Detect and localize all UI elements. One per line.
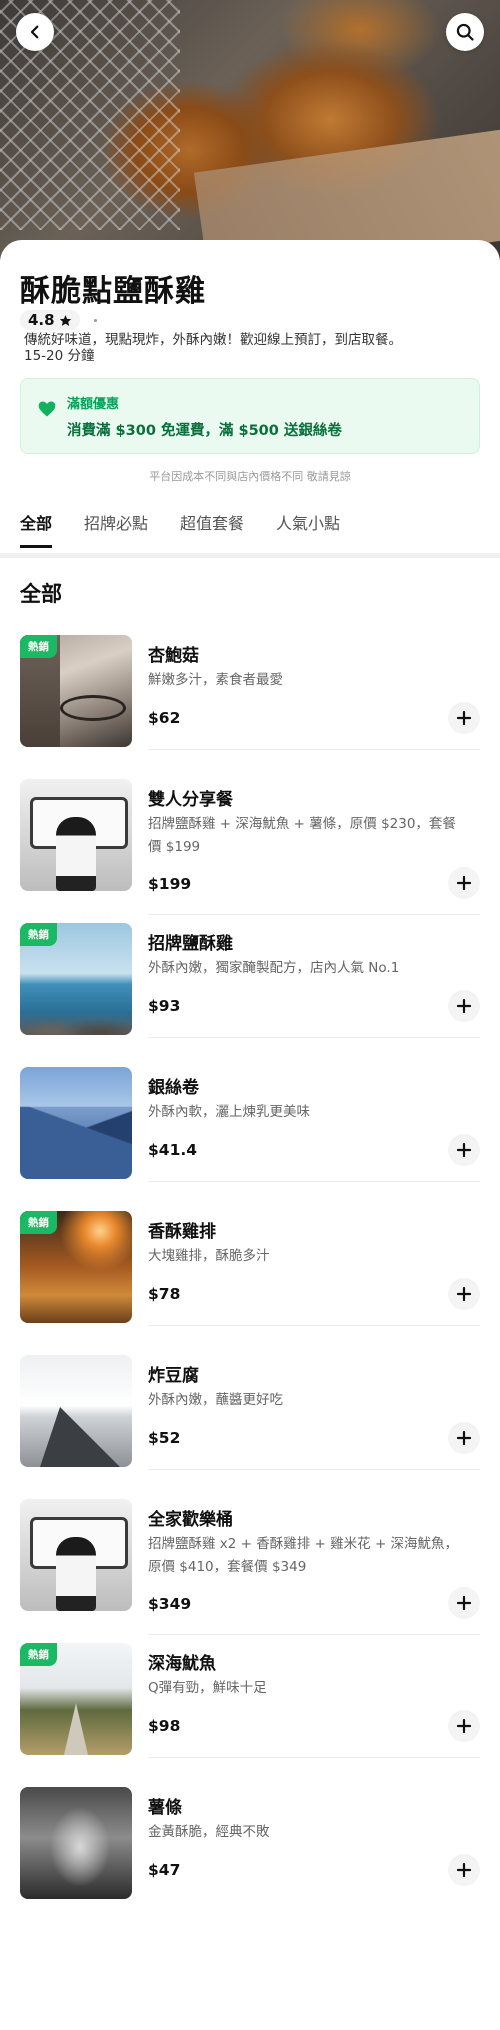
- item-name: 雙人分享餐: [148, 790, 233, 810]
- menu-item[interactable]: 雙人分享餐 招牌鹽酥雞 + 深海魷魚 + 薯條，原價 $230，套餐價 $199…: [20, 779, 480, 915]
- item-name: 深海魷魚: [148, 1654, 216, 1674]
- hero-image: [0, 0, 500, 260]
- section-title: 全部: [20, 582, 62, 606]
- item-divider: [148, 914, 480, 915]
- plus-icon: [457, 1287, 471, 1301]
- tab-signature[interactable]: 招牌必點: [84, 510, 148, 548]
- promo-text: 消費滿 $300 免運費，滿 $500 送銀絲卷: [67, 423, 342, 439]
- item-description: 鮮嫩多汁，素食者最愛: [148, 672, 283, 688]
- item-divider: [148, 1037, 480, 1038]
- delivery-eta: 15-20 分鐘: [24, 348, 95, 364]
- separator-dot: [93, 318, 97, 322]
- item-name: 招牌鹽酥雞: [148, 934, 233, 954]
- plus-icon: [457, 1719, 471, 1733]
- plus-icon: [457, 711, 471, 725]
- item-divider: [148, 1325, 480, 1326]
- menu-item[interactable]: 全家歡樂桶 招牌鹽酥雞 x2 + 香酥雞排 + 雞米花 + 深海魷魚，原價 $4…: [20, 1499, 480, 1635]
- hot-badge: 熱銷: [20, 1643, 57, 1666]
- add-button[interactable]: [448, 702, 480, 734]
- item-price: $62: [148, 709, 181, 727]
- item-name: 銀絲卷: [148, 1078, 199, 1098]
- item-price: $98: [148, 1717, 181, 1735]
- item-name: 香酥雞排: [148, 1222, 216, 1242]
- item-divider: [148, 1469, 480, 1470]
- store-title: 酥脆點鹽酥雞: [20, 274, 206, 309]
- rating-row: 4.8: [20, 310, 97, 330]
- item-price: $199: [148, 875, 192, 893]
- add-button[interactable]: [448, 1587, 480, 1619]
- item-price: $41.4: [148, 1141, 198, 1159]
- item-name: 全家歡樂桶: [148, 1510, 233, 1530]
- plus-icon: [457, 1863, 471, 1877]
- item-description: 外酥內嫩，獨家醃製配方，店內人氣 No.1: [148, 960, 400, 976]
- heart-icon: [38, 401, 56, 417]
- item-price: $52: [148, 1429, 181, 1447]
- promo-banner: 滿額優惠 消費滿 $300 免運費，滿 $500 送銀絲卷: [20, 378, 480, 454]
- tabs-divider: [0, 553, 500, 558]
- tab-snacks[interactable]: 人氣小點: [276, 510, 340, 548]
- price-disclaimer: 平台因成本不同與店內價格不同 敬請見諒: [149, 470, 351, 483]
- add-button[interactable]: [448, 867, 480, 899]
- item-description: Q彈有勁，鮮味十足: [148, 1680, 267, 1696]
- item-description: 招牌鹽酥雞 x2 + 香酥雞排 + 雞米花 + 深海魷魚，原價 $410，套餐價…: [148, 1536, 459, 1575]
- item-divider: [148, 1757, 480, 1758]
- hot-badge: 熱銷: [20, 923, 57, 946]
- plus-icon: [457, 999, 471, 1013]
- item-name: 杏鮑菇: [148, 646, 199, 666]
- tab-combo[interactable]: 超值套餐: [180, 510, 244, 548]
- search-icon: [456, 23, 474, 41]
- add-button[interactable]: [448, 990, 480, 1022]
- hot-badge: 熱銷: [20, 1211, 57, 1234]
- add-button[interactable]: [448, 1134, 480, 1166]
- menu-item[interactable]: 熱銷 招牌鹽酥雞 外酥內嫩，獨家醃製配方，店內人氣 No.1 $93: [20, 923, 480, 1038]
- menu-item[interactable]: 炸豆腐 外酥內嫩，蘸醬更好吃 $52: [20, 1355, 480, 1470]
- item-description: 招牌鹽酥雞 + 深海魷魚 + 薯條，原價 $230，套餐價 $199: [148, 816, 456, 855]
- menu-item[interactable]: 銀絲卷 外酥內軟，灑上煉乳更美味 $41.4: [20, 1067, 480, 1182]
- menu-item[interactable]: 熱銷 深海魷魚 Q彈有勁，鮮味十足 $98: [20, 1643, 480, 1758]
- item-price: $93: [148, 997, 181, 1015]
- item-divider: [148, 1634, 480, 1635]
- item-price: $78: [148, 1285, 181, 1303]
- plus-icon: [457, 1596, 471, 1610]
- back-button[interactable]: [16, 13, 54, 51]
- item-divider: [148, 749, 480, 750]
- plus-icon: [457, 876, 471, 890]
- category-tabs: 全部 招牌必點 超值套餐 人氣小點: [20, 510, 340, 548]
- item-divider: [148, 1181, 480, 1182]
- item-description: 外酥內軟，灑上煉乳更美味: [148, 1104, 310, 1120]
- item-price: $47: [148, 1861, 181, 1879]
- item-description: 金黃酥脆，經典不敗: [148, 1824, 270, 1840]
- add-button[interactable]: [448, 1710, 480, 1742]
- item-image: [20, 1499, 132, 1611]
- item-name: 炸豆腐: [148, 1366, 199, 1386]
- star-icon: [59, 314, 71, 326]
- menu-item[interactable]: 薯條 金黃酥脆，經典不敗 $47: [20, 1787, 480, 1901]
- item-image: [20, 779, 132, 891]
- plus-icon: [457, 1431, 471, 1445]
- add-button[interactable]: [448, 1278, 480, 1310]
- promo-title: 滿額優惠: [67, 397, 120, 412]
- tab-all[interactable]: 全部: [20, 510, 53, 548]
- chevron-left-icon: [30, 25, 39, 39]
- menu-item[interactable]: 熱銷 杏鮑菇 鮮嫩多汁，素食者最愛 $62: [20, 635, 480, 750]
- item-description: 外酥內嫩，蘸醬更好吃: [148, 1392, 283, 1408]
- item-name: 薯條: [148, 1798, 182, 1818]
- plus-icon: [457, 1143, 471, 1157]
- item-image: [20, 1787, 132, 1899]
- item-description: 大塊雞排，酥脆多汁: [148, 1248, 270, 1264]
- item-price: $349: [148, 1595, 192, 1613]
- add-button[interactable]: [448, 1854, 480, 1886]
- rating-chip[interactable]: 4.8: [20, 310, 80, 330]
- item-image: [20, 1355, 132, 1467]
- search-button[interactable]: [446, 13, 484, 51]
- add-button[interactable]: [448, 1422, 480, 1454]
- item-image: [20, 1067, 132, 1179]
- rating-value: 4.8: [28, 311, 55, 329]
- hot-badge: 熱銷: [20, 635, 57, 658]
- menu-item[interactable]: 熱銷 香酥雞排 大塊雞排，酥脆多汁 $78: [20, 1211, 480, 1326]
